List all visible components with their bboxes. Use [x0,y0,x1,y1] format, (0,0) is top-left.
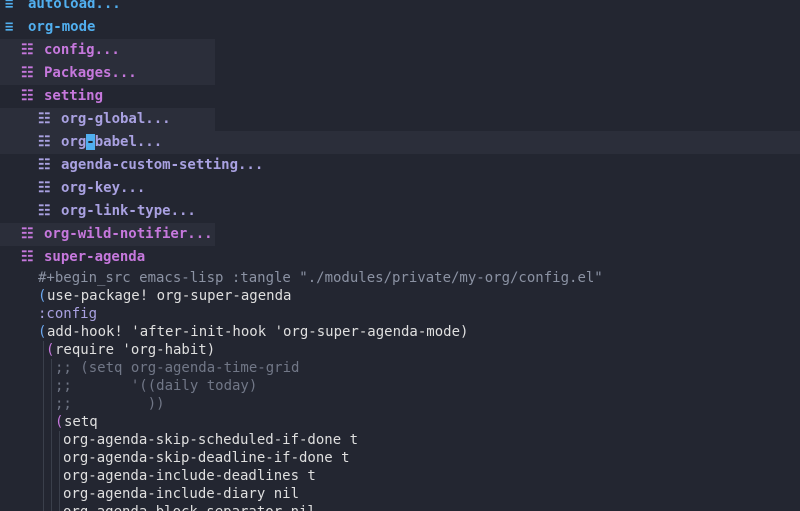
code-line-setq[interactable]: ( setq [0,413,800,431]
heading-text: setting [44,88,104,104]
code-text: org-agenda-include-diary nil [63,486,300,502]
heading-text-after-cursor: babel... [94,134,163,150]
heading-org-link-type[interactable]: ☷ org-link-type... [0,200,800,223]
indent-guide [51,395,52,413]
heading-text: org-link-type... [61,203,196,219]
heading-text: org-wild-notifier... [44,226,213,242]
code-text: org-agenda-skip-scheduled-if-done t [63,432,359,448]
indent-guide [43,449,44,467]
paren: ( [38,324,47,340]
heading-setting[interactable]: ☷ setting [0,85,800,108]
bullet-level3-icon: ☷ [38,134,51,150]
heading-text: org-mode [28,19,96,35]
code-text: use-package! org-super-agenda [47,288,292,304]
indent-guide [59,503,60,511]
code-line-comment[interactable]: ;; (setq org-agenda-time-grid [0,359,800,377]
keyword: :config [38,306,98,322]
heading-text: autoload... [28,0,121,12]
indent-guide [59,485,60,503]
code-line-comment[interactable]: ;; )) [0,395,800,413]
indent-guide [43,467,44,485]
heading-packages[interactable]: ☷ Packages... [0,62,215,85]
src-block-header: #+begin_src emacs-lisp :tangle "./module… [38,270,603,286]
code-line-begin-src[interactable]: #+begin_src emacs-lisp :tangle "./module… [0,269,800,287]
indent-guide [59,431,60,449]
paren: ( [46,342,55,358]
indent-guide [43,485,44,503]
code-text: org-agenda-include-deadlines t [63,468,316,484]
indent-guide [51,359,52,377]
bullet-level2-icon: ☷ [21,88,34,104]
heading-autoload[interactable]: ≡ autoload... [0,0,800,16]
code-line-comment[interactable]: ;; '((daily today) [0,377,800,395]
indent-guide [51,467,52,485]
indent-guide [43,377,44,395]
code-line-setq-arg[interactable]: org-agenda-skip-scheduled-if-done t [0,431,800,449]
code-line-use-package[interactable]: ( use-package! org-super-agenda [0,287,800,305]
code-line-setq-arg[interactable]: org-agenda-include-diary nil [0,485,800,503]
code-text: setq [64,414,98,430]
heading-config[interactable]: ☷ config... [0,39,215,62]
indent-guide [51,449,52,467]
text-cursor: - [86,134,95,150]
code-text: org-agenda-skip-deadline-if-done t [63,450,350,466]
indent-guide [51,503,52,511]
indent-guide [51,413,52,431]
code-line-require[interactable]: ( require 'org-habit) [0,341,800,359]
indent-guide [43,413,44,431]
indent-guide [43,431,44,449]
heading-agenda-custom-setting[interactable]: ☷ agenda-custom-setting... [0,154,800,177]
heading-org-global[interactable]: ☷ org-global... [0,108,215,131]
heading-org-wild-notifier[interactable]: ☷ org-wild-notifier... [0,223,215,246]
bullet-level3-icon: ☷ [38,180,51,196]
heading-text: Packages... [44,65,137,81]
bullet-level2-icon: ☷ [21,42,34,58]
code-text: org-agenda-block-separator nil [63,503,316,511]
indent-guide [51,485,52,503]
paren: ( [38,288,47,304]
comment-text: ;; '((daily today) [55,378,258,394]
heading-text-before-cursor: org [61,134,87,150]
indent-guide [43,503,44,511]
code-line-setq-arg[interactable]: org-agenda-block-separator nil [0,503,800,511]
heading-text: org-babel... [61,131,162,154]
code-line-setq-arg[interactable]: org-agenda-include-deadlines t [0,467,800,485]
comment-text: ;; (setq org-agenda-time-grid [55,360,300,376]
indent-guide [59,467,60,485]
code-text: require 'org-habit) [55,342,216,358]
heading-org-mode[interactable]: ≡ org-mode [0,16,800,39]
bullet-level2-icon: ☷ [21,226,34,242]
heading-text: config... [44,42,120,58]
indent-guide [51,431,52,449]
heading-text: agenda-custom-setting... [61,157,264,173]
indent-guide [43,395,44,413]
bullet-level3-icon: ☷ [38,203,51,219]
heading-text: org-key... [61,180,146,196]
code-line-config[interactable]: :config [0,305,800,323]
bullet-level1-icon: ≡ [5,0,14,12]
bullet-level1-icon: ≡ [5,19,14,35]
code-text: add-hook! 'after-init-hook 'org-super-ag… [47,324,469,340]
comment-text: ;; )) [55,396,165,412]
indent-guide [51,377,52,395]
paren: ( [55,414,64,430]
indent-guide [59,449,60,467]
heading-super-agenda[interactable]: ☷ super-agenda [0,246,800,269]
code-line-setq-arg[interactable]: org-agenda-skip-deadline-if-done t [0,449,800,467]
heading-org-babel[interactable]: ☷ org-babel... [0,131,800,154]
indent-guide [43,341,44,359]
heading-org-key[interactable]: ☷ org-key... [0,177,800,200]
code-line-add-hook[interactable]: ( add-hook! 'after-init-hook 'org-super-… [0,323,800,341]
heading-text: org-global... [61,111,171,127]
heading-text: super-agenda [44,249,146,265]
bullet-level3-icon: ☷ [38,157,51,173]
bullet-level2-icon: ☷ [21,65,34,81]
bullet-level3-icon: ☷ [38,111,51,127]
indent-guide [43,359,44,377]
bullet-level2-icon: ☷ [21,249,34,265]
editor-buffer[interactable]: ≡ autoload... ≡ org-mode ☷ config... ☷ P… [0,0,800,511]
